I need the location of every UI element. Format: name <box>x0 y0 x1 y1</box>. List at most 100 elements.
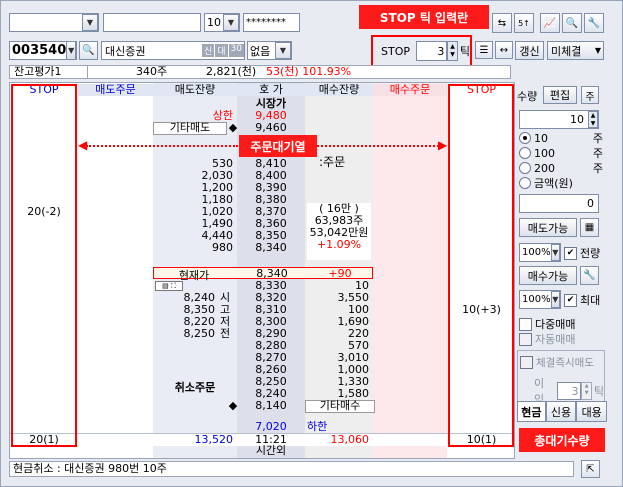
account-select[interactable]: ▼ <box>9 13 99 32</box>
password-input[interactable]: ******** <box>243 13 300 32</box>
expand-icon[interactable]: ⇱ <box>581 460 600 478</box>
profit-tick-input[interactable]: 3 <box>556 382 582 400</box>
sell-pct-select[interactable]: 100% ▼ <box>519 243 561 262</box>
swap-icon[interactable]: ↔ <box>495 41 513 59</box>
all-qty-label: 전량 <box>580 247 601 260</box>
lower-limit-label: 하한 <box>307 420 328 433</box>
search-icon[interactable]: 🔍 <box>562 13 582 33</box>
qty-value: 10 <box>570 113 584 126</box>
sell-row[interactable]: 980 8,340 <box>10 242 514 254</box>
balance-label[interactable]: 잔고평가1 <box>10 66 88 78</box>
stock-name-value: 대신증권 <box>105 44 146 58</box>
credit-badge: 신 <box>201 44 215 57</box>
shares-icon[interactable]: 주 <box>581 86 599 104</box>
other-sell-label[interactable]: 기타매도 <box>153 122 227 135</box>
instant-sell-label: 체결즉시매도 <box>536 357 594 369</box>
chevron-down-icon[interactable]: ▼ <box>550 244 560 261</box>
after-hours-row[interactable]: 시간외 <box>10 445 514 457</box>
auto-trade-checkbox[interactable]: 자동매매 <box>519 331 575 347</box>
chevron-down-icon[interactable]: ▼ <box>66 42 76 59</box>
account-name-field[interactable] <box>103 13 201 32</box>
stop-tick-spinner[interactable]: ▲ ▼ <box>447 41 458 61</box>
max-checkbox[interactable]: ✔ 최대 <box>564 292 600 308</box>
condition-select[interactable]: 없음 ▼ <box>247 41 292 60</box>
margin-badge: 30 <box>228 44 244 57</box>
refresh-button[interactable]: 갱신 <box>515 41 544 60</box>
edit-label: 편집 <box>549 89 571 102</box>
stock-code-input[interactable]: 003540 ▼ <box>9 41 77 60</box>
search-icon[interactable]: 🔍 <box>79 41 98 60</box>
callout-arrow-left <box>86 145 238 147</box>
buy-stop-column-highlight <box>448 84 514 447</box>
callout-arrow-right <box>317 145 439 147</box>
checkbox-empty-icon <box>520 356 533 369</box>
tab-credit[interactable]: 신용 <box>545 401 577 422</box>
chevron-down-icon[interactable]: ▼ <box>275 42 291 59</box>
other-sell-row[interactable]: 기타매도 ◆ 9,460 <box>10 122 514 135</box>
account-suffix-value: 10 <box>207 16 221 29</box>
radio-icon <box>519 177 531 189</box>
calculator-icon[interactable]: ▦ <box>580 218 599 237</box>
buy-pct-value: 100% <box>522 294 551 305</box>
password-mask: ******** <box>246 17 286 28</box>
account-suffix-select[interactable]: 10 ▼ <box>204 13 240 32</box>
qty-preset-label: 100 <box>534 146 555 160</box>
qty-input[interactable]: 10 <box>519 110 599 129</box>
stock-name-field: 대신증권 신 대 30 <box>101 41 245 60</box>
tab-cash[interactable]: 현금 <box>517 401 546 422</box>
chart-icon[interactable]: 📈 <box>540 13 560 33</box>
stop-tick-label: STOP <box>381 44 410 58</box>
all-qty-checkbox[interactable]: ✔ 전량 <box>564 245 600 261</box>
stop-tick-input[interactable]: 3 <box>416 41 448 61</box>
signal-icon[interactable]: ⇆ <box>492 13 512 33</box>
buy-pct-select[interactable]: 100% ▼ <box>519 290 561 309</box>
amount-input[interactable]: 0 <box>519 194 599 213</box>
order-side-panel: 수량 편집 주 10 ▲ ▼ 10 주 100 주 200 주 금액(원) 0 매도가능 ▦ … <box>517 82 608 459</box>
chevron-down-icon[interactable]: ▼ <box>82 14 98 31</box>
ohlc-row: 8,350 고 <box>10 304 514 316</box>
tab-substitute[interactable]: 대용 <box>576 401 608 422</box>
instant-sell-checkbox[interactable]: 체결즉시매도 <box>520 355 594 370</box>
status-bar: 현금취소 : 대신증권 980번 10주 <box>9 461 574 477</box>
sell-qty-toggle-icon[interactable]: ▤ ⛶ <box>155 281 183 291</box>
current-price-row[interactable]: 현재가 8,340 +90 <box>153 267 373 282</box>
qty-spinner[interactable]: ▲ ▼ <box>588 111 598 128</box>
multi-order-checkbox[interactable]: 다중매매 <box>519 316 575 332</box>
qty-preset-label: 10 <box>534 131 548 145</box>
buy-price-cell[interactable]: 8,140 <box>237 400 305 412</box>
lower-limit-row[interactable]: 7,020 하한 <box>10 420 514 433</box>
chevron-down-icon[interactable]: ▼ <box>223 14 239 31</box>
unfilled-button[interactable]: 미체결 ▼ <box>547 41 604 60</box>
status-text: 현금취소 : 대신증권 980번 10주 <box>13 462 167 475</box>
other-buy-label[interactable]: 기타매수 <box>305 400 375 413</box>
qty-preset-unit: 주 <box>592 162 603 175</box>
after-hours-label[interactable]: 시간외 <box>237 445 305 457</box>
sell-price-cell[interactable]: 8,340 <box>237 242 305 254</box>
buy-available-button[interactable]: 매수가능 <box>519 266 577 285</box>
qty-preset-radio[interactable]: 금액(원) <box>519 175 603 191</box>
pending-queue-callout-text: 주문대기열 <box>250 139 306 154</box>
ranking-icon[interactable]: 5↑ <box>514 13 534 33</box>
buy-row[interactable]: 8,140 기타매수 ◆ <box>10 400 514 413</box>
cancel-order-label[interactable]: 취소주문 <box>153 379 237 395</box>
balance-bar: 잔고평가1 340주 2,821(천) 53(천) 101.93% <box>9 65 511 79</box>
info-change-rate: +1.09% <box>316 238 362 251</box>
chevron-down-icon[interactable]: ▼ <box>550 291 560 308</box>
checkbox-empty-icon <box>519 317 532 331</box>
other-sell-price[interactable]: 9,460 <box>237 122 305 134</box>
header-buy-qty: 매수잔량 <box>305 84 373 96</box>
order-book-grid: STOP 매도주문 매도잔량 호 가 매수잔량 매수주문 STOP 시장가 상한… <box>9 82 515 459</box>
radio-icon <box>519 132 531 144</box>
stop-order-window: ▼ 10 ▼ ******** STOP 틱 입력란 ⇆ 5↑ 📈 🔍 🔧 00… <box>0 0 623 487</box>
qty-preset-radio[interactable]: 10 주 <box>519 130 603 146</box>
ohlc-row: 8,240 시 <box>10 292 514 304</box>
wrench-icon[interactable]: 🔧 <box>580 266 599 285</box>
edit-button[interactable]: 편집 <box>543 86 577 104</box>
sell-available-button[interactable]: 매도가능 <box>519 218 577 237</box>
list-icon[interactable]: ☰ <box>475 41 493 59</box>
qty-preset-radio[interactable]: 100 주 <box>519 145 603 161</box>
lower-limit-price[interactable]: 7,020 <box>237 421 305 433</box>
profit-tick-spinner[interactable]: ▲ ▼ <box>581 382 592 400</box>
qty-preset-radio[interactable]: 200 주 <box>519 160 603 176</box>
settings-icon[interactable]: 🔧 <box>584 13 604 33</box>
